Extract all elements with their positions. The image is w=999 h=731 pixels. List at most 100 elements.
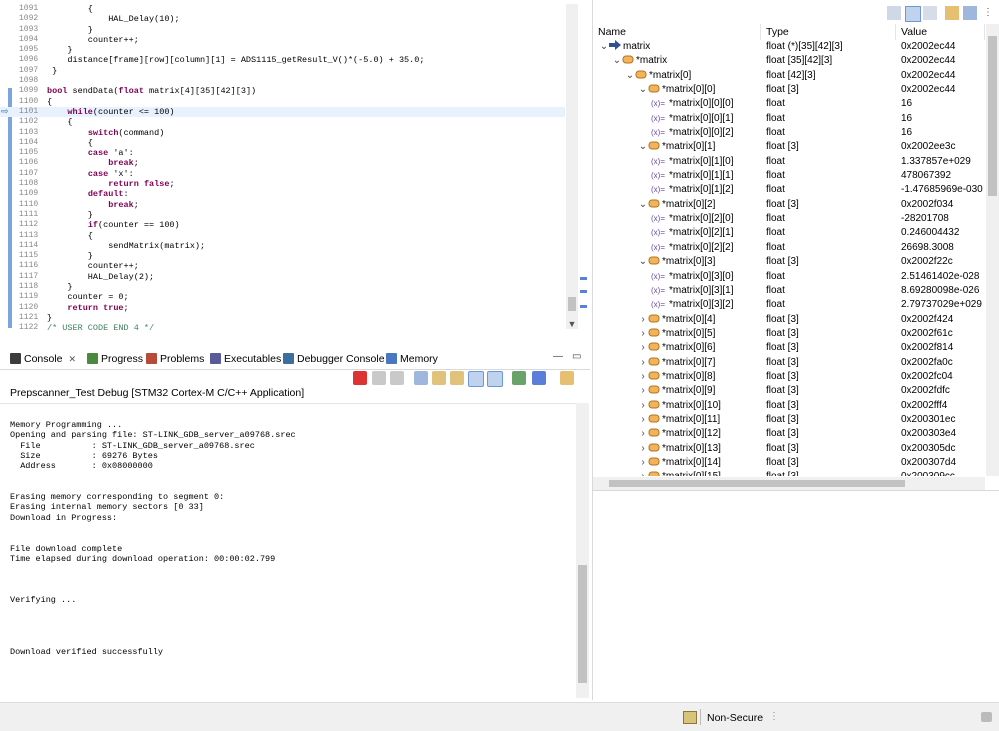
variable-row[interactable]: (x)= *matrix[0][2][2] float 26698.3008 (593, 241, 985, 255)
show-when-stderr-icon[interactable] (487, 371, 503, 387)
word-wrap-icon[interactable] (450, 371, 464, 385)
variable-row[interactable]: › *matrix[0][12] float [3] 0x200303e4 (593, 427, 985, 441)
variable-row[interactable]: ⌄ *matrix float [35][42][3] 0x2002ec44 (593, 54, 985, 68)
code-line[interactable]: 1119 counter = 0; (0, 292, 565, 302)
code-line[interactable]: 1121} (0, 313, 565, 323)
scroll-down-arrow-icon[interactable]: ▼ (566, 318, 578, 330)
chevron-right-icon[interactable]: › (638, 370, 648, 384)
code-line[interactable]: 1107 case 'x': (0, 169, 565, 179)
tab-memory[interactable]: Memory (386, 351, 438, 367)
tab-console[interactable]: Console ✕ (10, 351, 76, 367)
column-header-type[interactable]: Type (761, 24, 896, 40)
code-line[interactable]: 1091 { (0, 4, 565, 14)
scrollbar-thumb[interactable] (988, 36, 997, 196)
terminate-icon[interactable] (353, 371, 367, 385)
code-line[interactable]: 1109 default: (0, 189, 565, 199)
code-line[interactable]: 1114 sendMatrix(matrix); (0, 241, 565, 251)
code-line[interactable]: 1108 return false; (0, 179, 565, 189)
chevron-right-icon[interactable]: › (638, 427, 648, 441)
maximize-icon[interactable]: ▭ (572, 351, 581, 362)
variable-row[interactable]: › *matrix[0][10] float [3] 0x2002fff4 (593, 399, 985, 413)
variable-row[interactable]: › *matrix[0][13] float [3] 0x200305dc (593, 442, 985, 456)
code-line[interactable]: 1100 { (0, 97, 565, 107)
code-line[interactable]: 1105 case 'a': (0, 148, 565, 158)
code-line[interactable]: 1118 } (0, 282, 565, 292)
tab-executables[interactable]: Executables (210, 351, 281, 367)
variable-row[interactable]: ⌄ *matrix[0] float [42][3] 0x2002ec44 (593, 69, 985, 83)
code-line[interactable]: 1106 break; (0, 158, 565, 168)
chevron-down-icon[interactable]: ⌄ (625, 69, 635, 83)
chevron-down-icon[interactable]: ⌄ (599, 40, 609, 54)
tab-problems[interactable]: Problems (146, 351, 204, 367)
variable-row[interactable]: › *matrix[0][8] float [3] 0x2002fc04 (593, 370, 985, 384)
variable-row[interactable]: ⌄ *matrix[0][0] float [3] 0x2002ec44 (593, 83, 985, 97)
variable-row[interactable]: ⌄ *matrix[0][3] float [3] 0x2002f22c (593, 255, 985, 269)
variable-row[interactable]: (x)= *matrix[0][1][1] float 478067392 (593, 169, 985, 183)
variable-row[interactable]: (x)= *matrix[0][3][2] float 2.79737029e+029 (593, 298, 985, 312)
chevron-right-icon[interactable]: › (638, 413, 648, 427)
chevron-right-icon[interactable]: › (638, 384, 648, 398)
code-line[interactable]: 1117 HAL_Delay(2); (0, 272, 565, 282)
remove-all-icon[interactable] (390, 371, 404, 385)
code-line[interactable]: 1104 { (0, 138, 565, 148)
code-line[interactable]: 1098 (0, 76, 565, 86)
remove-global-variables-icon[interactable] (963, 6, 977, 20)
show-when-stdout-icon[interactable] (468, 371, 484, 387)
overview-marker[interactable] (580, 277, 587, 280)
variable-row[interactable]: ⌄ *matrix[0][1] float [3] 0x2002ee3c (593, 140, 985, 154)
notifications-icon[interactable] (981, 712, 992, 722)
add-global-variables-icon[interactable] (945, 6, 959, 20)
collapse-all-icon[interactable] (923, 6, 937, 20)
scrollbar-thumb[interactable] (568, 297, 576, 311)
view-menu-icon[interactable]: ⋮ (981, 6, 995, 20)
chevron-right-icon[interactable]: › (638, 327, 648, 341)
variables-horizontal-scrollbar[interactable] (593, 477, 985, 490)
clear-console-icon[interactable] (414, 371, 428, 385)
pin-console-icon[interactable] (512, 371, 526, 385)
variable-row[interactable]: › *matrix[0][4] float [3] 0x2002f424 (593, 313, 985, 327)
code-line[interactable]: 1094 counter++; (0, 35, 565, 45)
remove-launch-icon[interactable] (372, 371, 386, 385)
minimize-icon[interactable]: — (553, 351, 563, 362)
variable-row[interactable]: (x)= *matrix[0][3][0] float 2.51461402e-028 (593, 270, 985, 284)
column-header-name[interactable]: Name (593, 24, 761, 40)
chevron-right-icon[interactable]: › (638, 456, 648, 470)
chevron-down-icon[interactable]: ⌄ (638, 198, 648, 212)
code-line[interactable]: 1110 break; (0, 200, 565, 210)
variable-row[interactable]: (x)= *matrix[0][1][2] float -1.47685969e-03… (593, 183, 985, 197)
variable-row[interactable]: (x)= *matrix[0][2][0] float -28201708 (593, 212, 985, 226)
code-line[interactable]: 1093 } (0, 25, 565, 35)
code-line[interactable]: 1095 } (0, 45, 565, 55)
variable-row[interactable]: › *matrix[0][5] float [3] 0x2002f61c (593, 327, 985, 341)
code-line[interactable]: 1112 if(counter == 100) (0, 220, 565, 230)
chevron-right-icon[interactable]: › (638, 442, 648, 456)
scrollbar-thumb[interactable] (578, 565, 587, 683)
variable-row[interactable]: › *matrix[0][7] float [3] 0x2002fa0c (593, 356, 985, 370)
show-type-names-icon[interactable] (887, 6, 901, 20)
variable-row[interactable]: › *matrix[0][15] float [3] 0x200309cc (593, 470, 985, 476)
chevron-down-icon[interactable]: ⌄ (638, 255, 648, 269)
column-header-value[interactable]: Value (896, 24, 985, 40)
code-line[interactable]: 1113 { (0, 231, 565, 241)
chevron-right-icon[interactable]: › (638, 341, 648, 355)
variable-row[interactable]: › *matrix[0][11] float [3] 0x200301ec (593, 413, 985, 427)
variable-row[interactable]: › *matrix[0][14] float [3] 0x200307d4 (593, 456, 985, 470)
chevron-right-icon[interactable]: › (638, 356, 648, 370)
variable-row[interactable]: ⌄ *matrix[0][2] float [3] 0x2002f034 (593, 198, 985, 212)
console-output[interactable]: Memory Programming ... Opening and parsin… (0, 403, 576, 699)
code-line[interactable]: 1115 } (0, 251, 565, 261)
variables-vertical-scrollbar[interactable] (986, 24, 999, 476)
chevron-down-icon[interactable]: ⌄ (638, 83, 648, 97)
code-line[interactable]: 1097 } (0, 66, 565, 76)
variable-detail-pane[interactable] (593, 490, 999, 701)
variable-row[interactable]: (x)= *matrix[0][2][1] float 0.246004432 (593, 226, 985, 240)
chevron-right-icon[interactable]: › (638, 470, 648, 476)
code-line[interactable]: 1116 counter++; (0, 261, 565, 271)
variable-row[interactable]: (x)= *matrix[0][0][2] float 16 (593, 126, 985, 140)
overview-marker[interactable] (580, 290, 587, 293)
variable-row[interactable]: › *matrix[0][9] float [3] 0x2002fdfc (593, 384, 985, 398)
open-console-icon[interactable] (560, 371, 574, 385)
close-icon[interactable]: ✕ (69, 354, 77, 364)
editor-vertical-scrollbar[interactable] (566, 4, 578, 329)
chevron-down-icon[interactable]: ⌄ (612, 54, 622, 68)
